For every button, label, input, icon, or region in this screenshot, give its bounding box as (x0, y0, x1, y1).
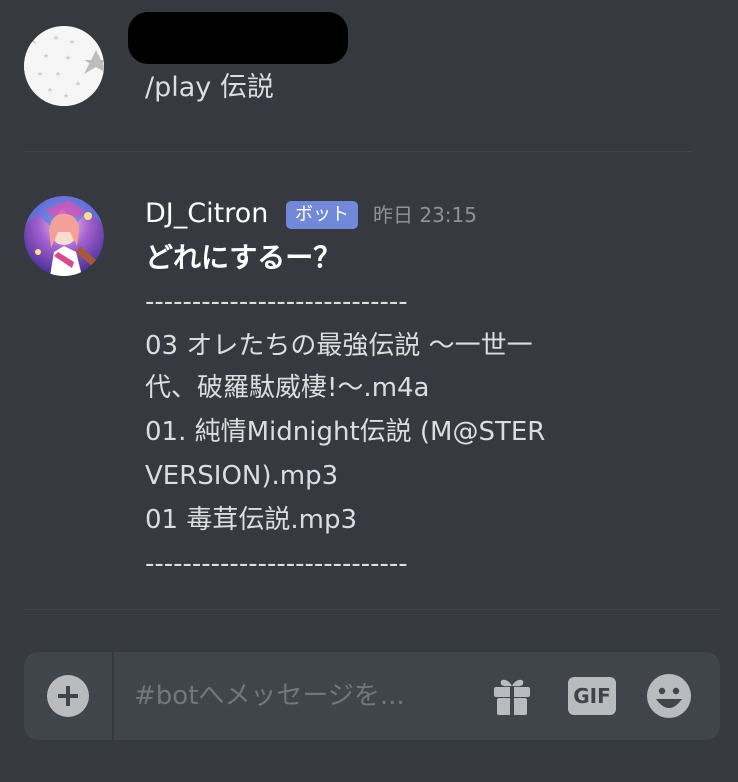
bot-badge: ボット (286, 201, 358, 229)
gif-button[interactable]: GIF (568, 677, 616, 715)
anime-avatar-image (24, 196, 104, 276)
composer-separator (112, 652, 114, 740)
redacted-username (128, 12, 348, 64)
stars-avatar-image (24, 26, 104, 106)
message-input[interactable] (130, 670, 464, 722)
message-divider (24, 609, 720, 610)
message-divider (24, 151, 692, 152)
message-line: VERSION).mp3 (145, 461, 339, 491)
message-timestamp: 昨日 23:15 (373, 203, 477, 227)
emoji-smile-icon[interactable] (646, 673, 692, 719)
message-line: 03 オレたちの最強伝説 〜一世一 (145, 331, 533, 361)
plus-circle-icon[interactable] (47, 675, 89, 717)
message-heading: どれにするー？ (145, 241, 342, 274)
bot-avatar[interactable] (24, 196, 104, 276)
user-avatar[interactable] (24, 26, 104, 106)
message-line: 01 毒茸伝説.mp3 (145, 505, 357, 535)
gift-icon[interactable] (490, 674, 534, 718)
message-line: ---------------------------- (145, 549, 408, 579)
message-text: /play 伝説 (145, 72, 274, 103)
bot-username[interactable]: DJ_Citron (145, 195, 268, 233)
message-line: 代、破羅駄威棲!〜.m4a (145, 373, 430, 403)
message-line: 01. 純情Midnight伝説 (M@STER (145, 417, 546, 447)
message-line: ---------------------------- (145, 287, 408, 317)
